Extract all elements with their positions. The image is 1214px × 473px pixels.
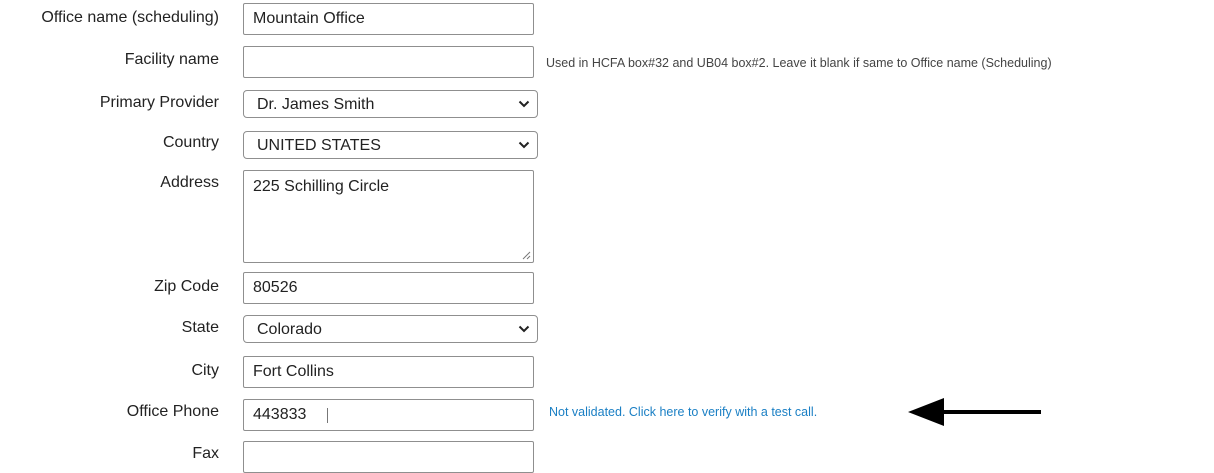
facility-name-hint: Used in HCFA box#32 and UB04 box#2. Leav…	[546, 56, 1052, 70]
primary-provider-select[interactable]: Dr. James Smith	[243, 90, 538, 118]
fax-input[interactable]	[243, 441, 534, 473]
primary-provider-label: Primary Provider	[99, 94, 219, 111]
zip-code-label: Zip Code	[154, 278, 219, 295]
country-selected: UNITED STATES	[257, 137, 381, 154]
facility-name-input[interactable]	[243, 46, 534, 78]
primary-provider-selected: Dr. James Smith	[257, 96, 375, 113]
office-phone-label: Office Phone	[126, 403, 219, 420]
city-label: City	[191, 362, 219, 379]
text-caret	[327, 408, 328, 423]
chevron-down-icon	[518, 325, 530, 333]
facility-name-label: Facility name	[124, 51, 219, 68]
state-select[interactable]: Colorado	[243, 315, 538, 343]
fax-label: Fax	[192, 445, 219, 462]
country-label: Country	[162, 134, 219, 151]
state-label: State	[181, 319, 219, 336]
address-label: Address	[160, 174, 219, 191]
chevron-down-icon	[518, 141, 530, 149]
state-selected: Colorado	[257, 321, 322, 338]
office-name-label: Office name (scheduling)	[41, 9, 219, 26]
chevron-down-icon	[518, 100, 530, 108]
office-phone-input[interactable]	[243, 399, 534, 431]
address-textarea[interactable]: 225 Schilling Circle	[243, 170, 534, 263]
city-input[interactable]	[243, 356, 534, 388]
resize-grip-icon[interactable]	[521, 250, 531, 260]
country-select[interactable]: UNITED STATES	[243, 131, 538, 159]
arrow-left-icon	[908, 398, 1041, 426]
office-name-input[interactable]	[243, 3, 534, 35]
zip-code-input[interactable]	[243, 272, 534, 304]
verify-phone-link[interactable]: Not validated. Click here to verify with…	[549, 404, 817, 420]
